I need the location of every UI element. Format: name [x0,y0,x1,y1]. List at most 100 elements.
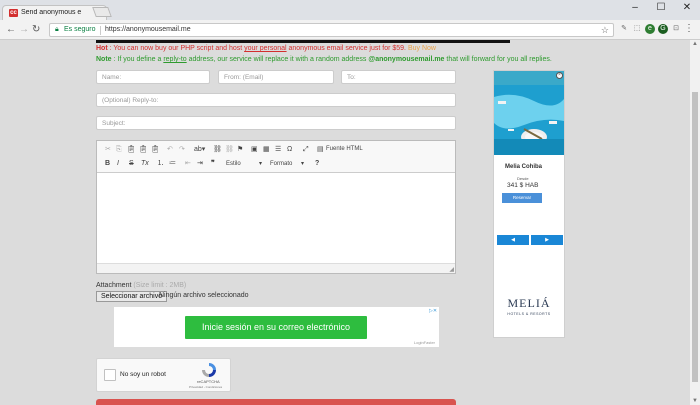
secure-label: Es seguro [64,26,96,33]
note-notice: Note : If you define a reply-to address,… [96,56,552,63]
name-input[interactable] [97,71,209,83]
recaptcha-brand: reCAPTCHA [197,379,220,384]
browser-toolbar: ← → ↻ 🔒︎ Es seguro https://anonymousemai… [0,20,700,40]
banner-ad[interactable]: ▷✕ Inicie sesión en su correo electrónic… [114,307,439,347]
horizontal-line-icon[interactable]: ☰ [275,145,281,154]
page-scrollbar[interactable]: ▲ ▼ [690,40,700,405]
extension-pin-icon[interactable]: ⊡ [671,24,681,34]
extension-icon[interactable]: ⬚ [632,24,642,34]
help-icon[interactable]: ? [315,159,319,168]
personal-link[interactable]: your personal [244,45,286,52]
source-icon: ▤ [317,146,324,153]
table-icon[interactable]: ▦ [263,145,270,154]
scroll-up-icon[interactable]: ▲ [692,41,698,47]
replyto-field-wrap [96,93,456,107]
recaptcha-terms[interactable]: Privacidad - Condiciones [189,385,222,389]
back-arrow-icon[interactable]: ← [6,24,16,36]
recaptcha-checkbox[interactable] [104,369,116,381]
ad-desde: Desde [517,176,529,181]
subject-input[interactable] [97,117,455,129]
resize-handle-icon[interactable]: ◢ [449,266,454,273]
maximize-icon[interactable]: ☐ [648,0,674,16]
lock-icon: 🔒︎ [55,26,59,33]
extension-green-icon[interactable]: e [645,24,655,34]
scroll-thumb[interactable] [692,92,698,382]
page-content: Hot : You can now buy our PHP script and… [0,40,690,405]
special-char-icon[interactable]: Ω [287,145,292,154]
image-icon[interactable]: ▣ [251,145,258,154]
forward-arrow-icon[interactable]: → [19,24,29,36]
reply-to-input[interactable] [97,94,455,106]
ad-next-arrow-icon[interactable]: ▶ [531,235,563,245]
buy-now-link[interactable]: Buy Now [408,45,436,52]
top-banner [96,40,510,43]
editor-toolbar: ✂ ⎘ 📋︎ 📋︎ 📋︎ ↶ ↷ ab▾ ⛓ ⛓ ⚑ ▣ ▦ ☰ Ω ⤢ ▤ F… [97,141,455,173]
recaptcha-logo-icon [202,363,216,377]
hot-notice: Hot : You can now buy our PHP script and… [96,45,436,52]
scroll-down-icon[interactable]: ▼ [692,398,698,404]
editor-content-area[interactable] [97,173,455,263]
format-dropdown[interactable]: Formato ▾ [269,158,307,168]
unlink-icon[interactable]: ⛓ [225,145,234,154]
ad-footer: LoginFaster [413,340,435,345]
paste-icon[interactable]: 📋︎ [127,145,136,154]
to-input[interactable] [342,71,455,83]
from-email-input[interactable] [219,71,333,83]
choose-file-button[interactable]: Seleccionar archivo [96,291,168,302]
ad-close-icon[interactable]: × [556,72,563,79]
ad-prev-arrow-icon[interactable]: ◀ [497,235,529,245]
link-icon[interactable]: ⛓ [213,145,222,154]
bold-icon[interactable]: B [105,159,110,168]
numbered-list-icon[interactable]: ⒈ [157,159,164,168]
italic-icon[interactable]: I [117,159,119,168]
close-window-icon[interactable]: ✕ [674,0,700,16]
bulleted-list-icon[interactable]: ≔ [169,159,176,168]
paste-word-icon[interactable]: 📋︎ [151,145,160,154]
anchor-flag-icon[interactable]: ⚑ [237,145,243,154]
ad-price: 341 $ HAB [507,182,539,189]
file-status: Ningún archivo seleccionado [159,292,249,299]
style-dropdown[interactable]: Estilo ▾ [225,158,265,168]
browser-tab[interactable]: cc Send anonymous email × [2,5,107,20]
paste-text-icon[interactable]: 📋︎ [139,145,148,154]
source-html-button[interactable]: Fuente HTML [326,145,363,154]
melia-tagline: HOTELS & RESORTS [507,312,551,316]
ad-choices-icon[interactable]: ▷✕ [429,308,437,314]
indent-icon[interactable]: ⇥ [197,159,203,168]
redo-icon[interactable]: ↷ [179,145,185,154]
copy-icon[interactable]: ⎘ [116,145,122,154]
spellcheck-icon[interactable]: ab▾ [194,145,205,154]
message-editor: ✂ ⎘ 📋︎ 📋︎ 📋︎ ↶ ↷ ab▾ ⛓ ⛓ ⚑ ▣ ▦ ☰ Ω ⤢ ▤ F… [96,140,456,274]
minimize-icon[interactable]: – [622,0,648,16]
site-favicon-icon: cc [9,9,18,17]
outdent-icon[interactable]: ⇤ [185,159,191,168]
reply-to-link[interactable]: reply-to [163,56,186,63]
melia-logo: MELIÁ [507,296,551,310]
maximize-editor-icon[interactable]: ⤢ [303,145,309,154]
strikethrough-icon[interactable]: S [129,159,134,168]
extension-circle-icon[interactable]: G [658,24,668,34]
chevron-down-icon: ▾ [258,161,262,167]
remove-format-icon[interactable]: Tx [141,159,149,168]
send-button[interactable] [96,399,456,405]
cut-icon[interactable]: ✂ [105,145,111,154]
hotel-photo [494,71,564,155]
undo-icon[interactable]: ↶ [167,145,173,154]
extension-pen-icon[interactable]: ✎ [619,24,629,34]
side-ad[interactable]: × Melia Cohiba Desde 341 $ HAB Reservar … [493,70,565,338]
recaptcha-widget: No soy un robot reCAPTCHA Privacidad - C… [96,358,231,392]
new-tab-button[interactable] [92,7,112,17]
chevron-down-icon: ▾ [300,161,304,167]
ad-hotel-name: Melia Cohiba [505,164,543,170]
bookmark-star-icon[interactable]: ☆ [601,25,609,36]
blockquote-icon[interactable]: ❞ [211,159,215,168]
title-bar: cc Send anonymous email × – ☐ ✕ [0,0,700,20]
url-text: https://anonymousemail.me [105,26,191,33]
kebab-menu-icon[interactable]: ⋮ [684,24,694,34]
from-field-wrap [218,70,334,84]
subject-field-wrap [96,116,456,130]
reload-icon[interactable]: ↻ [32,24,40,36]
address-bar[interactable]: 🔒︎ Es seguro https://anonymousemail.me ☆ [49,23,614,37]
ad-login-button[interactable]: Inicie sesión en su correo electrónico [185,316,367,339]
ad-reserve-button[interactable]: Reservar [502,193,542,203]
